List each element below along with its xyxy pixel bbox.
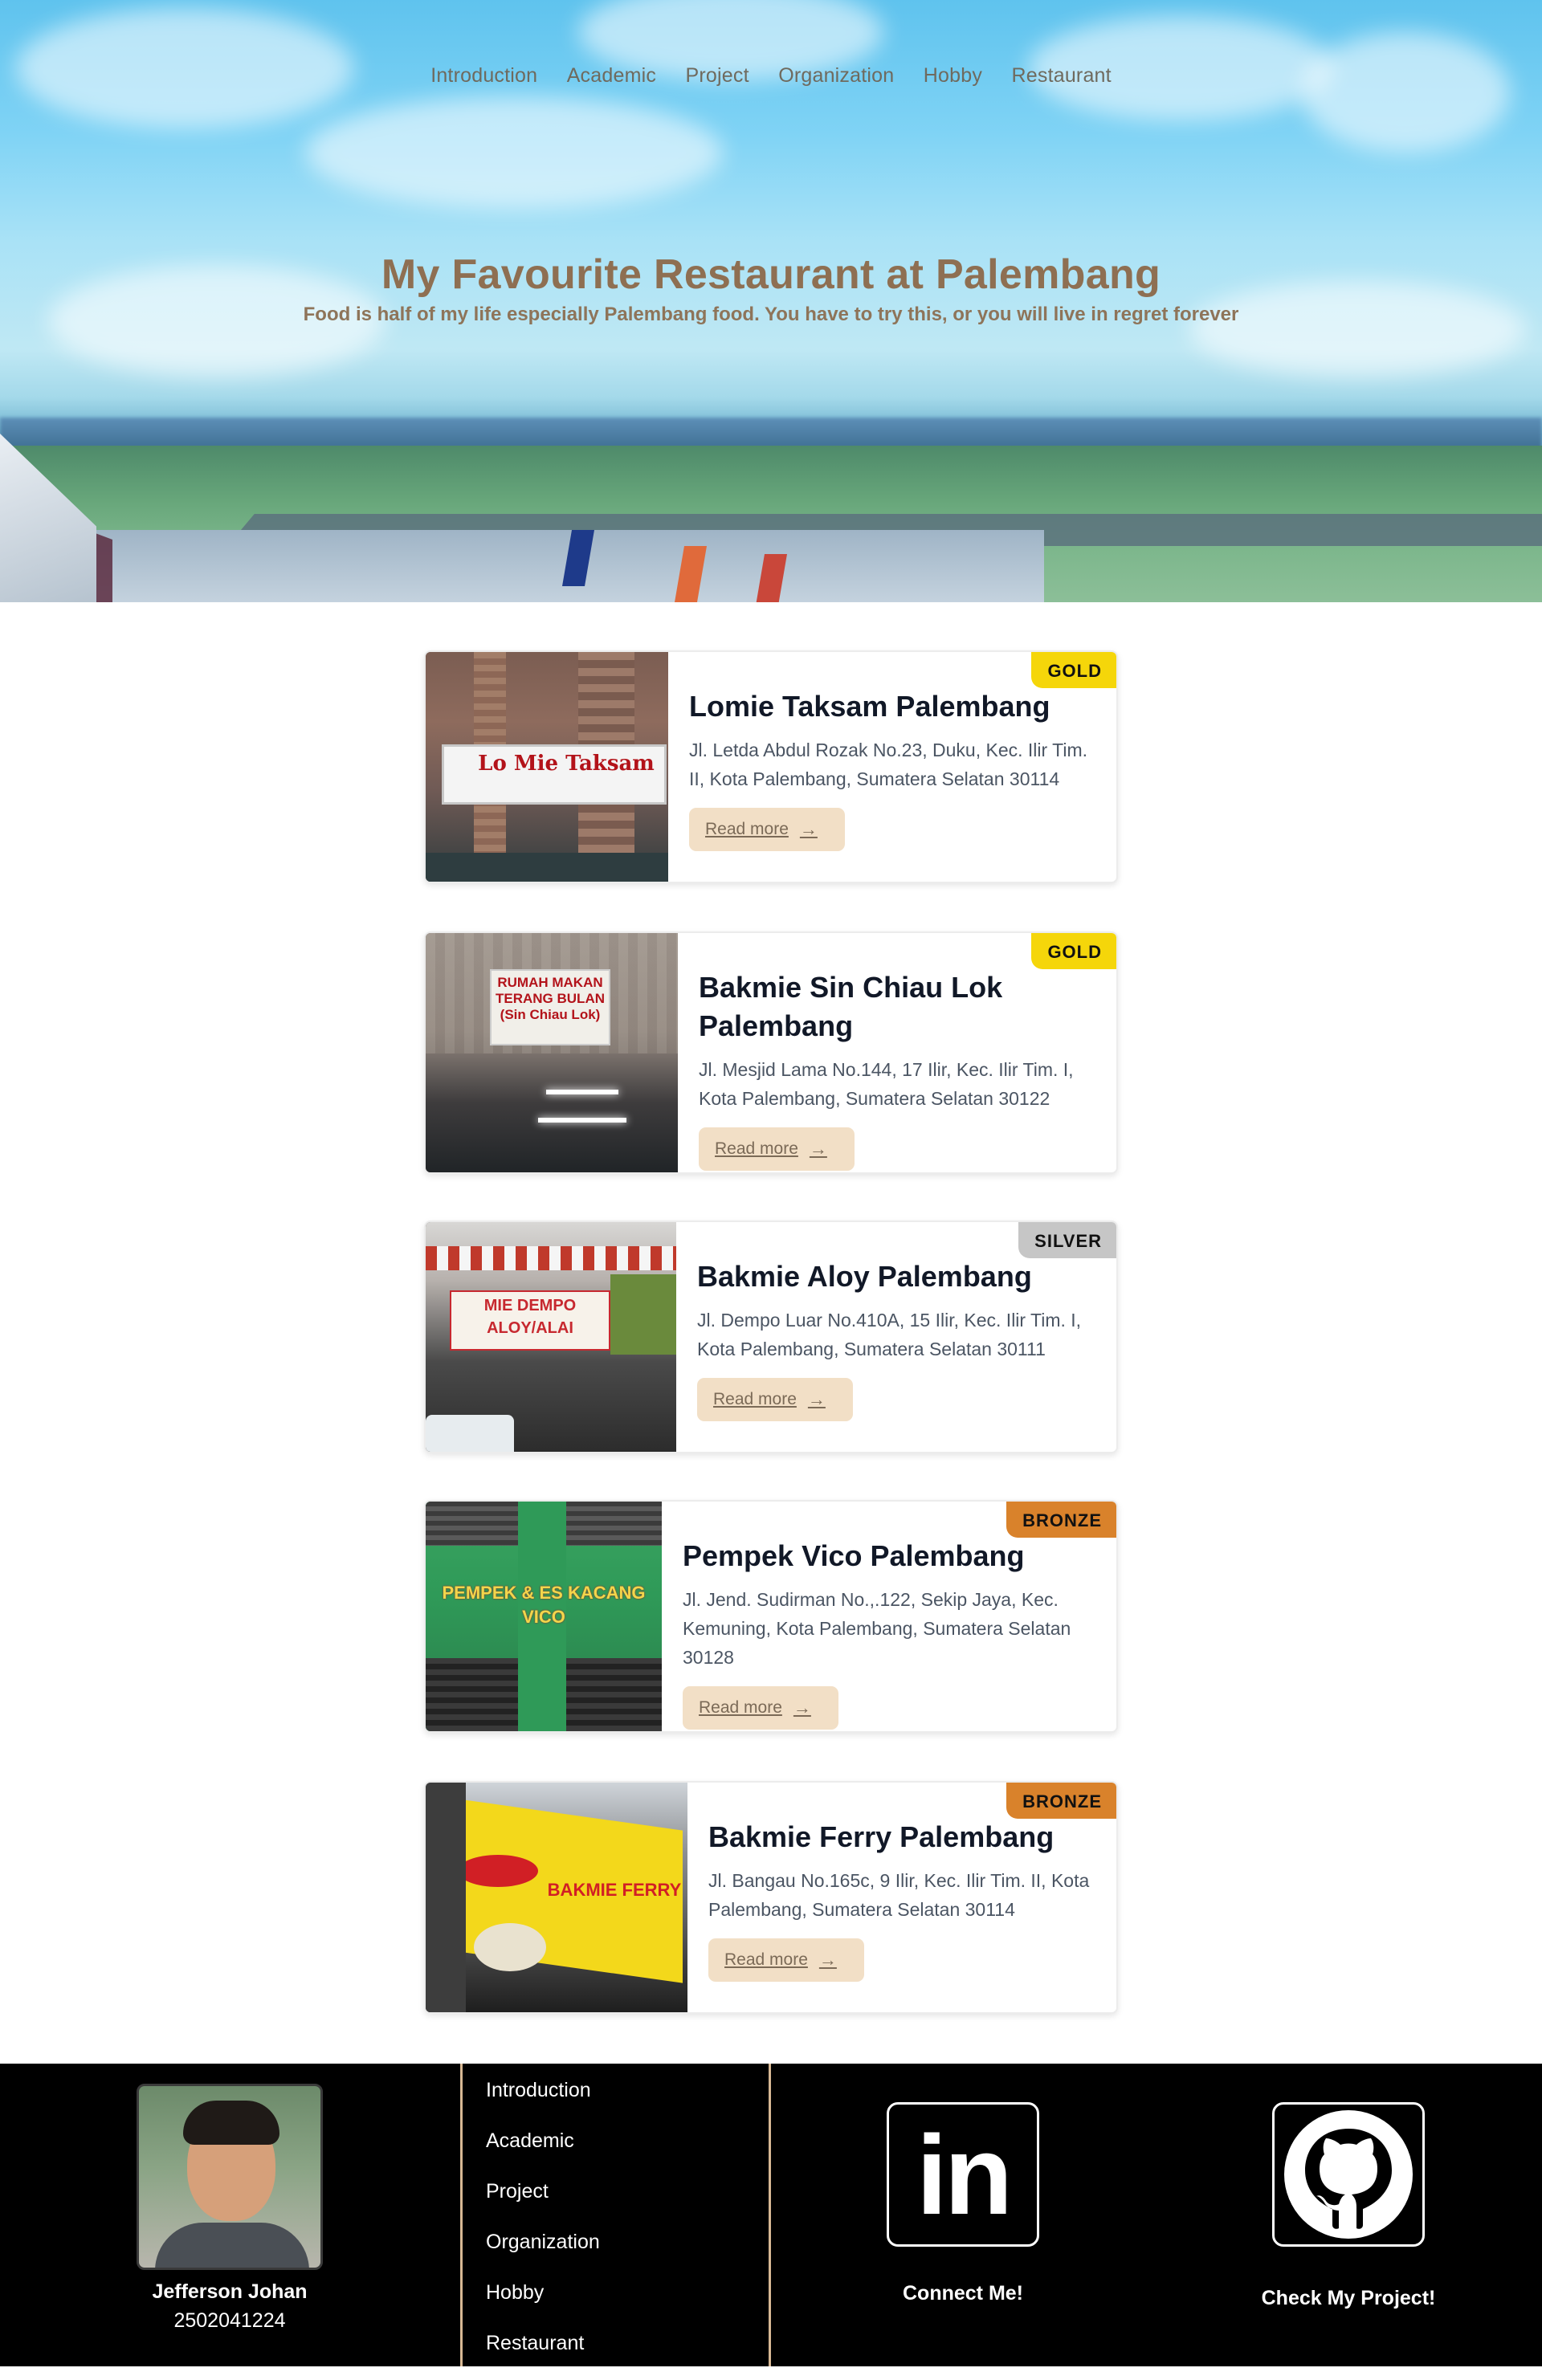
footer-nav: Introduction Academic Project Organizati… <box>486 2076 600 2380</box>
github-label: Check My Project! <box>1261 2287 1436 2309</box>
restaurant-name: Bakmie Ferry Palembang <box>708 1820 1055 1853</box>
cloud <box>305 96 723 209</box>
footer-link-project[interactable]: Project <box>486 2178 600 2228</box>
restaurant-name: Bakmie Aloy Palembang <box>697 1260 1032 1293</box>
arrow-right-icon: → <box>818 1950 837 1970</box>
read-more-button[interactable]: Read more → <box>697 1378 853 1421</box>
footer-link-hobby[interactable]: Hobby <box>486 2279 600 2329</box>
restaurant-list: Lo Mie Taksam Lomie Taksam Palembang Jl.… <box>424 650 1118 2014</box>
linkedin-label: Connect Me! <box>903 2282 1023 2305</box>
profile-name: Jefferson Johan <box>152 2280 308 2303</box>
rank-badge: GOLD <box>1031 933 1116 969</box>
restaurant-name: Pempek Vico Palembang <box>683 1539 1025 1572</box>
arrow-right-icon: → <box>793 1697 811 1718</box>
rank-badge: SILVER <box>1018 1222 1116 1258</box>
restaurant-card: Lo Mie Taksam Lomie Taksam Palembang Jl.… <box>424 650 1118 883</box>
restaurant-name: Bakmie Sin Chiau Lok Palembang <box>699 971 1003 1042</box>
restaurant-sign: PEMPEK & ES KACANG VICO <box>442 1583 646 1627</box>
footer: Jefferson Johan 2502041224 Introduction … <box>0 2064 1542 2366</box>
arrow-right-icon: → <box>807 1389 826 1409</box>
restaurant-sign: Lo Mie Taksam <box>478 752 655 776</box>
rank-badge: BRONZE <box>1006 1783 1116 1819</box>
restaurant-photo: BAKMIE FERRY <box>426 1783 687 2012</box>
nav-academic[interactable]: Academic <box>567 64 656 88</box>
nav-restaurant[interactable]: Restaurant <box>1012 64 1112 88</box>
top-nav: Introduction Academic Project Organizati… <box>0 64 1542 88</box>
read-more-label: Read more <box>705 820 789 838</box>
profile-photo <box>137 2084 323 2270</box>
nav-hobby[interactable]: Hobby <box>924 64 982 88</box>
github-button[interactable] <box>1272 2102 1425 2247</box>
nav-introduction[interactable]: Introduction <box>430 64 537 88</box>
read-more-label: Read more <box>699 1698 782 1717</box>
restaurant-photo: Lo Mie Taksam <box>426 652 668 882</box>
restaurant-address: Jl. Jend. Sudirman No.,.122, Sekip Jaya,… <box>683 1589 1071 1668</box>
read-more-label: Read more <box>715 1139 798 1158</box>
horizon <box>0 418 1542 450</box>
read-more-button[interactable]: Read more → <box>699 1127 855 1171</box>
footer-divider <box>460 2064 463 2366</box>
read-more-button[interactable]: Read more → <box>689 808 845 851</box>
restaurant-sign: BAKMIE FERRY <box>547 1880 682 1900</box>
footer-link-academic[interactable]: Academic <box>486 2127 600 2178</box>
restaurant-address: Jl. Bangau No.165c, 9 Ilir, Kec. Ilir Ti… <box>708 1870 1090 1920</box>
restaurant-photo: PEMPEK & ES KACANG VICO <box>426 1502 662 1731</box>
tarmac <box>0 530 1044 602</box>
footer-link-introduction[interactable]: Introduction <box>486 2076 600 2127</box>
read-more-button[interactable]: Read more → <box>708 1938 864 1982</box>
restaurant-card: BAKMIE FERRY Bakmie Ferry Palembang Jl. … <box>424 1781 1118 2014</box>
restaurant-card: PEMPEK & ES KACANG VICO Pempek Vico Pale… <box>424 1500 1118 1733</box>
hero-banner: Introduction Academic Project Organizati… <box>0 0 1542 602</box>
page-title: My Favourite Restaurant at Palembang <box>381 251 1161 298</box>
nav-project[interactable]: Project <box>686 64 749 88</box>
footer-link-organization[interactable]: Organization <box>486 2228 600 2279</box>
rank-badge: GOLD <box>1031 652 1116 688</box>
github-icon <box>1284 2110 1413 2239</box>
read-more-label: Read more <box>724 1950 808 1969</box>
footer-link-restaurant[interactable]: Restaurant <box>486 2329 600 2380</box>
cloud <box>1301 32 1510 153</box>
arrow-right-icon: → <box>799 819 818 839</box>
profile-id: 2502041224 <box>173 2309 286 2332</box>
read-more-label: Read more <box>713 1390 797 1408</box>
restaurant-photo: RUMAH MAKAN TERANG BULAN (Sin Chiau Lok) <box>426 933 678 1172</box>
restaurant-sign: RUMAH MAKAN TERANG BULAN (Sin Chiau Lok) <box>496 975 605 1022</box>
restaurant-address: Jl. Letda Abdul Rozak No.23, Duku, Kec. … <box>689 740 1088 789</box>
rank-badge: BRONZE <box>1006 1502 1116 1538</box>
restaurant-card: MIE DEMPO ALOY/ALAI Bakmie Aloy Palemban… <box>424 1221 1118 1453</box>
footer-divider <box>769 2064 771 2366</box>
restaurant-sign: MIE DEMPO ALOY/ALAI <box>483 1297 577 1337</box>
restaurant-photo: MIE DEMPO ALOY/ALAI <box>426 1222 676 1452</box>
nav-organization[interactable]: Organization <box>778 64 894 88</box>
arrow-right-icon: → <box>809 1139 827 1159</box>
read-more-button[interactable]: Read more → <box>683 1686 838 1730</box>
restaurant-address: Jl. Mesjid Lama No.144, 17 Ilir, Kec. Il… <box>699 1059 1074 1109</box>
linkedin-icon: in <box>916 2112 1013 2238</box>
page-subtitle: Food is half of my life especially Palem… <box>303 304 1239 325</box>
restaurant-name: Lomie Taksam Palembang <box>689 690 1050 723</box>
restaurant-card: RUMAH MAKAN TERANG BULAN (Sin Chiau Lok)… <box>424 931 1118 1174</box>
linkedin-button[interactable]: in <box>887 2102 1039 2247</box>
restaurant-address: Jl. Dempo Luar No.410A, 15 Ilir, Kec. Il… <box>697 1310 1082 1359</box>
